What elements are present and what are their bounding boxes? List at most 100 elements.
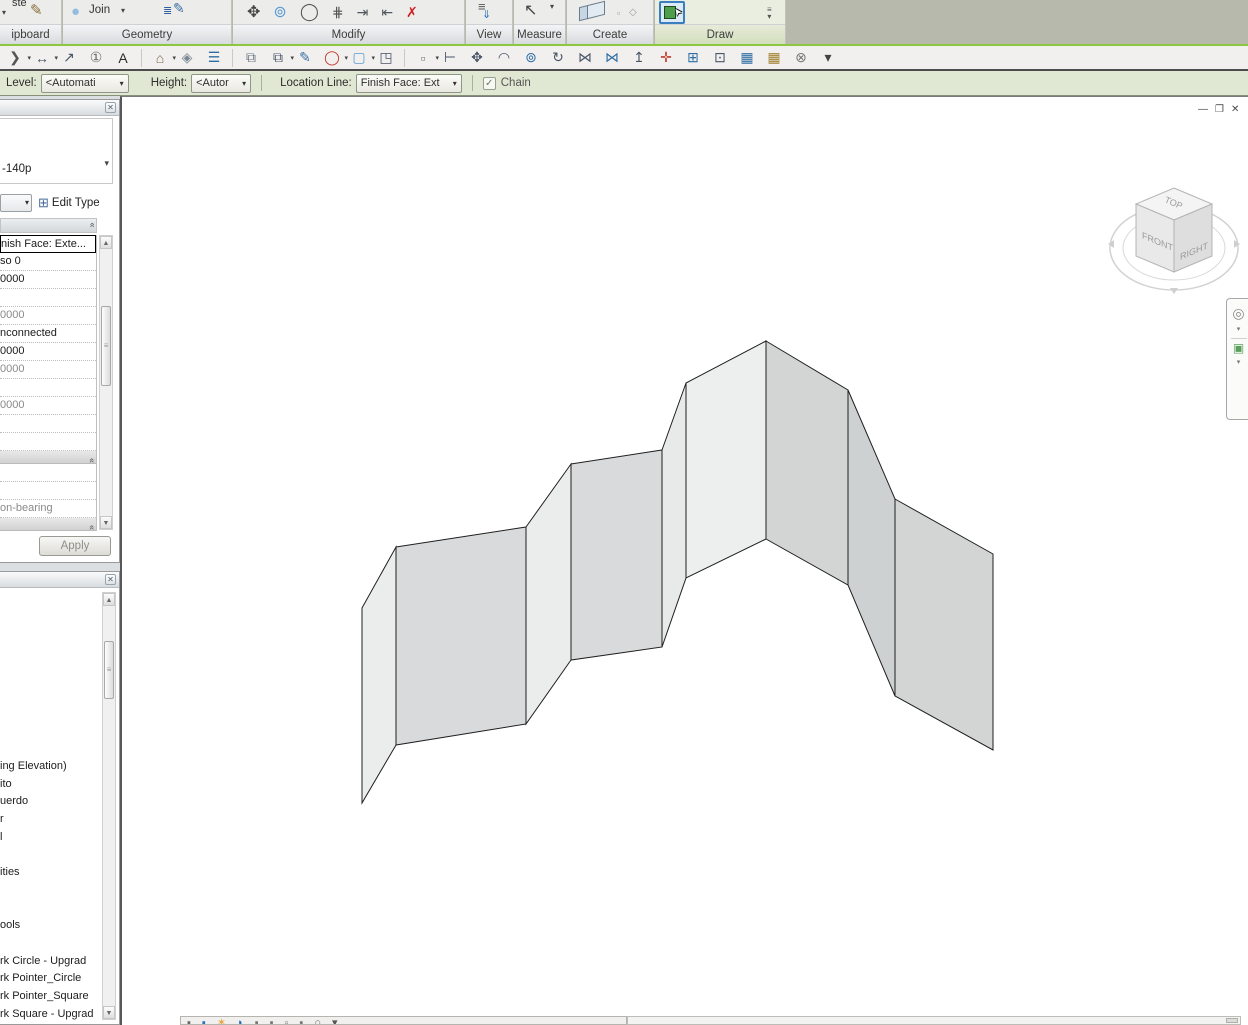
toolbar-icon[interactable]: ◳ <box>374 47 398 68</box>
steering-wheel-icon[interactable]: ◎ <box>1232 305 1244 322</box>
modify-tool-icon[interactable]: ⇥ <box>357 4 369 21</box>
toolbar-icon[interactable]: ⊚ <box>519 47 543 68</box>
create-diamond-icon[interactable]: ◇ <box>629 7 637 18</box>
property-row[interactable]: 0000 <box>0 307 96 325</box>
toolbar-icon[interactable]: ▢ <box>347 47 375 68</box>
toolbar-icon[interactable]: ▦ <box>762 47 786 68</box>
property-row[interactable] <box>0 379 96 397</box>
join-icon[interactable]: ● <box>71 3 80 20</box>
scroll-thumb[interactable]: ≡ <box>104 641 114 699</box>
toolbar-icon[interactable]: ⌂ <box>148 47 176 68</box>
wall-panel-1[interactable] <box>361 545 397 805</box>
property-row[interactable] <box>0 415 96 433</box>
cope-icon[interactable]: ✎ <box>173 0 185 17</box>
type-selector-dropdown-icon[interactable]: ▾ <box>104 158 109 169</box>
toolbar-icon[interactable]: ▦ <box>735 47 759 68</box>
toolbar-icon[interactable]: ① <box>84 47 108 68</box>
zoom-dropdown-icon[interactable]: ▾ <box>1237 358 1241 366</box>
wall-set-icon[interactable] <box>579 0 613 23</box>
tree-item[interactable]: rk Circle - Upgrad <box>0 953 103 971</box>
property-row[interactable]: 0000 <box>0 271 96 289</box>
view-control-icon[interactable]: ▪ <box>187 1017 191 1024</box>
tree-item[interactable]: ing Elevation) <box>0 758 103 776</box>
property-row[interactable]: 0000 <box>0 343 96 361</box>
property-row[interactable] <box>0 464 96 482</box>
location-line-dropdown[interactable]: Finish Face: Ext <box>355 73 462 93</box>
edit-type-button[interactable]: Edit Type <box>52 197 100 209</box>
grid-header[interactable]: » <box>0 218 97 233</box>
draw-rectangle-tool-selected[interactable]: ➤ <box>659 1 685 24</box>
wall-panel-4[interactable] <box>570 449 663 661</box>
toolbar-icon[interactable]: ↥ <box>627 47 651 68</box>
toolbar-icon[interactable]: ⊗ <box>789 47 813 68</box>
tree-item[interactable] <box>0 846 103 864</box>
level-dropdown[interactable]: <Automati <box>40 73 129 93</box>
property-row[interactable]: nish Face: Exte... <box>0 235 96 253</box>
tree-item[interactable] <box>0 882 103 900</box>
collapse-icon[interactable]: » <box>86 224 96 227</box>
close-icon[interactable]: ✕ <box>105 102 116 113</box>
wall-panel-5[interactable] <box>661 382 687 648</box>
wheel-dropdown-icon[interactable]: ▾ <box>1237 325 1241 333</box>
scroll-up-icon[interactable]: ▲ <box>100 236 112 249</box>
tree-item[interactable]: uerdo <box>0 793 103 811</box>
minimize-icon[interactable]: — <box>1198 104 1208 116</box>
toolbar-icon[interactable]: ⋈ <box>600 47 624 68</box>
property-row[interactable]: nconnected <box>0 325 96 343</box>
toolbar-icon[interactable]: A <box>111 47 135 68</box>
scrollbar-box[interactable] <box>1226 1018 1238 1023</box>
property-row[interactable]: on-bearing <box>0 500 96 518</box>
properties-scrollbar[interactable]: ▲ ≡ ▼ <box>99 235 113 530</box>
browser-header[interactable]: ✕ <box>0 572 119 588</box>
zoom-icon[interactable]: ▣ <box>1233 341 1244 355</box>
toolbar-icon[interactable]: ⧉ <box>266 47 294 68</box>
drawing-area[interactable]: — ❐ ✕ TOP FRONT RIGHT ◎ ▾ ▣ ▾ ▪ ▪ ✶ ◗ ▪ … <box>120 96 1248 1025</box>
close-icon[interactable]: ✕ <box>105 574 116 585</box>
toolbar-icon[interactable] <box>232 48 233 67</box>
apply-button[interactable]: Apply <box>39 536 111 556</box>
property-row[interactable] <box>0 518 96 531</box>
toolbar-icon[interactable]: ✎ <box>293 47 317 68</box>
view-control-icon[interactable]: ○ <box>314 1017 321 1024</box>
tree-item[interactable]: rk Square - Upgrad <box>0 1006 103 1024</box>
measure-dropdown-icon[interactable]: ▾ <box>550 2 554 11</box>
toolbar-icon[interactable]: ↻ <box>546 47 570 68</box>
modify-tool-icon[interactable]: ⊚ <box>273 2 286 22</box>
modify-tool-icon[interactable]: ✥ <box>247 2 260 22</box>
paste-dropdown-icon[interactable]: ▾ <box>2 8 6 17</box>
properties-header[interactable]: ✕ <box>0 100 119 116</box>
toolbar-icon[interactable]: ❯ <box>3 47 31 68</box>
tree-item[interactable] <box>0 935 103 953</box>
view-control-icon[interactable]: ◗ <box>237 1017 244 1024</box>
toolbar-icon[interactable]: ⊢ <box>438 47 462 68</box>
modify-tool-icon[interactable]: ⋕ <box>332 4 344 21</box>
chain-checkbox[interactable]: ✓ <box>482 76 496 90</box>
toolbar-icon[interactable]: ▫ <box>411 47 439 68</box>
property-row[interactable]: so 0 <box>0 253 96 271</box>
tree-item[interactable]: r <box>0 811 103 829</box>
toolbar-icon[interactable] <box>404 48 405 67</box>
toolbar-icon[interactable]: ⊡ <box>708 47 732 68</box>
tree-item[interactable]: l <box>0 829 103 847</box>
toolbar-icon[interactable]: ▾ <box>816 47 840 68</box>
tree-item[interactable]: ities <box>0 864 103 882</box>
cope-lines-icon[interactable]: ≣ <box>163 4 172 17</box>
tree-item[interactable]: ools <box>0 917 103 935</box>
toolbar-icon[interactable]: ◯ <box>320 47 348 68</box>
scroll-down-icon[interactable]: ▼ <box>100 516 112 529</box>
restore-icon[interactable]: ❐ <box>1215 104 1224 116</box>
wall-panel-2[interactable] <box>395 526 527 746</box>
wall-panel-7[interactable] <box>765 340 849 586</box>
tree-item[interactable]: rk Pointer_Circle <box>0 970 103 988</box>
property-row[interactable] <box>0 433 96 451</box>
view-control-icon[interactable]: ▪ <box>255 1017 259 1024</box>
view-control-icon[interactable]: ▫ <box>285 1017 289 1024</box>
panel-scroll-control[interactable]: ≡ ▾ <box>767 6 772 21</box>
browser-scrollbar[interactable]: ▲ ≡ ▼ <box>102 592 116 1020</box>
property-row[interactable] <box>0 482 96 500</box>
tree-item[interactable]: rk Pointer_Square <box>0 988 103 1006</box>
properties-filter-dropdown[interactable] <box>0 194 32 212</box>
horizontal-scrollbar[interactable] <box>627 1016 1241 1025</box>
toolbar-icon[interactable]: ↔ <box>30 47 58 68</box>
toolbar-icon[interactable]: ⧉ <box>239 47 263 68</box>
